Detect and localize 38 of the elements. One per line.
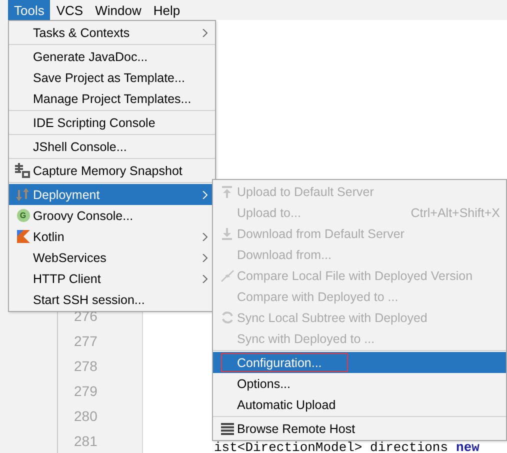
menu-item[interactable]: Save Project as Template...	[9, 67, 215, 88]
menu-item[interactable]: WebServices	[9, 247, 215, 268]
kotlin-icon	[16, 230, 30, 243]
shortcut-label: Ctrl+Alt+Shift+X	[410, 206, 500, 220]
menu-item[interactable]: JShell Console...	[9, 136, 215, 157]
menu-item[interactable]: Options...	[213, 373, 506, 394]
menu-item[interactable]: Manage Project Templates...	[9, 88, 215, 109]
menu-item[interactable]: HTTP Client	[9, 268, 215, 289]
menu-item[interactable]: G Groovy Console...	[9, 205, 215, 226]
line-number: 280	[73, 407, 98, 426]
menu-item[interactable]: IDE Scripting Console	[9, 112, 215, 133]
menu-item[interactable]: Capture Memory Snapshot	[9, 160, 215, 181]
arrows-icon	[16, 188, 30, 201]
menu-bar-item[interactable]: Window	[89, 0, 148, 20]
code-line: ist<DirectionModel> directions	[214, 440, 448, 453]
memory-icon	[15, 163, 31, 178]
menu-item[interactable]: Kotlin	[9, 226, 215, 247]
code-keyword: new	[456, 440, 480, 453]
list-icon	[220, 422, 234, 434]
menu-bar-item[interactable]: VCS	[50, 0, 90, 20]
menu-item[interactable]: Automatic Upload	[213, 394, 506, 415]
menu-bar-item[interactable]: Tools	[8, 0, 50, 20]
line-number: 279	[73, 382, 98, 401]
menu-bar-item[interactable]: Help	[147, 0, 186, 20]
menu-item[interactable]: Generate JavaDoc...	[9, 46, 215, 67]
download-icon	[221, 228, 233, 240]
line-number: 278	[73, 357, 98, 376]
menu-item[interactable]: Browse Remote Host	[213, 418, 506, 439]
menu-item[interactable]: Start SSH session...	[9, 289, 215, 310]
line-number: 277	[73, 332, 98, 351]
groovy-icon: G	[16, 209, 30, 222]
menu-item[interactable]: Deployment	[9, 184, 215, 205]
upload-icon	[221, 186, 233, 198]
menu-item[interactable]: Configuration...	[213, 352, 506, 373]
menu-item[interactable]: Tasks & Contexts	[9, 22, 215, 43]
arrows-icon	[220, 270, 234, 282]
line-number: 281	[73, 432, 98, 451]
sync-icon	[220, 311, 234, 324]
